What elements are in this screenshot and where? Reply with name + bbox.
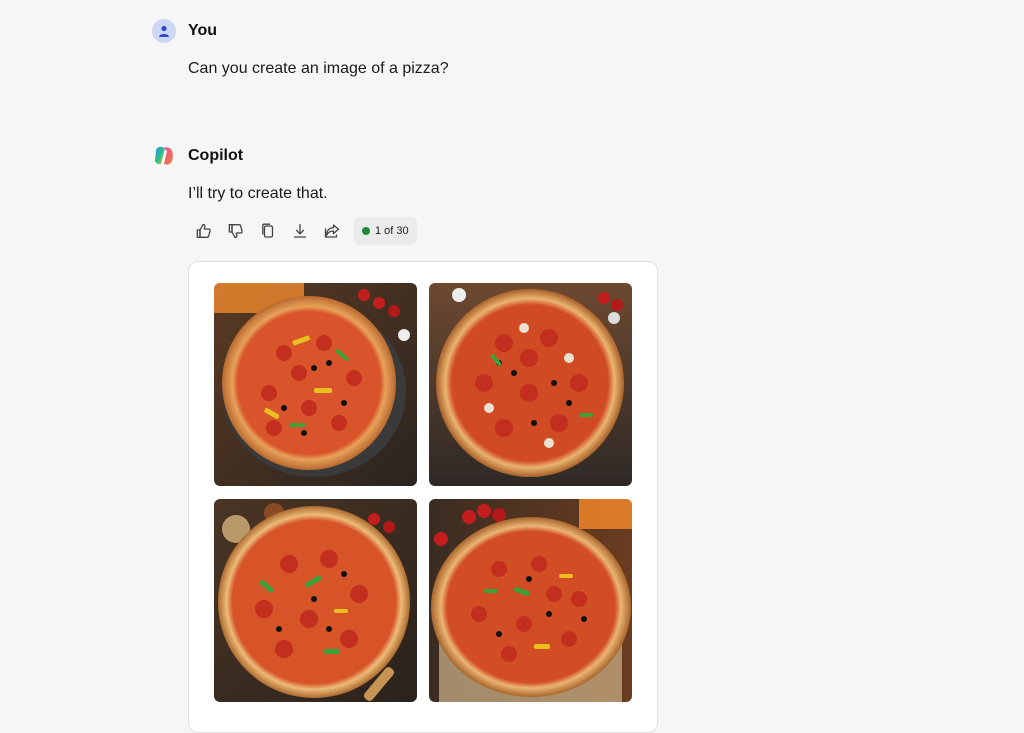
copilot-message-header: Copilot [152,144,243,168]
user-message-header: You [152,19,217,43]
share-icon [324,224,340,238]
copilot-sender-name: Copilot [188,147,244,164]
user-avatar [152,19,176,43]
share-button[interactable] [316,216,348,246]
thumbs-down-button[interactable] [220,216,252,246]
generated-image-1[interactable] [214,283,417,486]
thumbs-up-button[interactable] [188,216,220,246]
download-icon [293,223,307,238]
response-actions-bar: 1 of 30 [188,216,417,246]
thumbs-down-icon [228,224,243,239]
thumbs-up-icon [196,223,211,238]
user-icon [159,25,169,37]
status-dot [362,227,370,235]
generated-image-2[interactable] [429,283,632,486]
copy-icon [262,223,274,238]
generated-image-3[interactable] [214,499,417,702]
image-counter-text: 1 of 30 [375,225,409,237]
user-sender-name: You [188,22,218,39]
pizza-image [214,283,417,486]
pizza-image [429,499,632,702]
copilot-logo [155,146,173,165]
copilot-avatar [152,144,176,168]
image-counter-badge: 1 of 30 [354,217,417,245]
pizza-image [429,283,632,486]
user-message-text: Can you create an image of a pizza? [188,60,449,77]
download-button[interactable] [284,216,316,246]
generated-image-4[interactable] [429,499,632,702]
copy-button[interactable] [252,216,284,246]
pizza-image [214,499,417,702]
generated-images-card [188,261,658,733]
copilot-message-text: I’ll try to create that. [188,185,328,202]
